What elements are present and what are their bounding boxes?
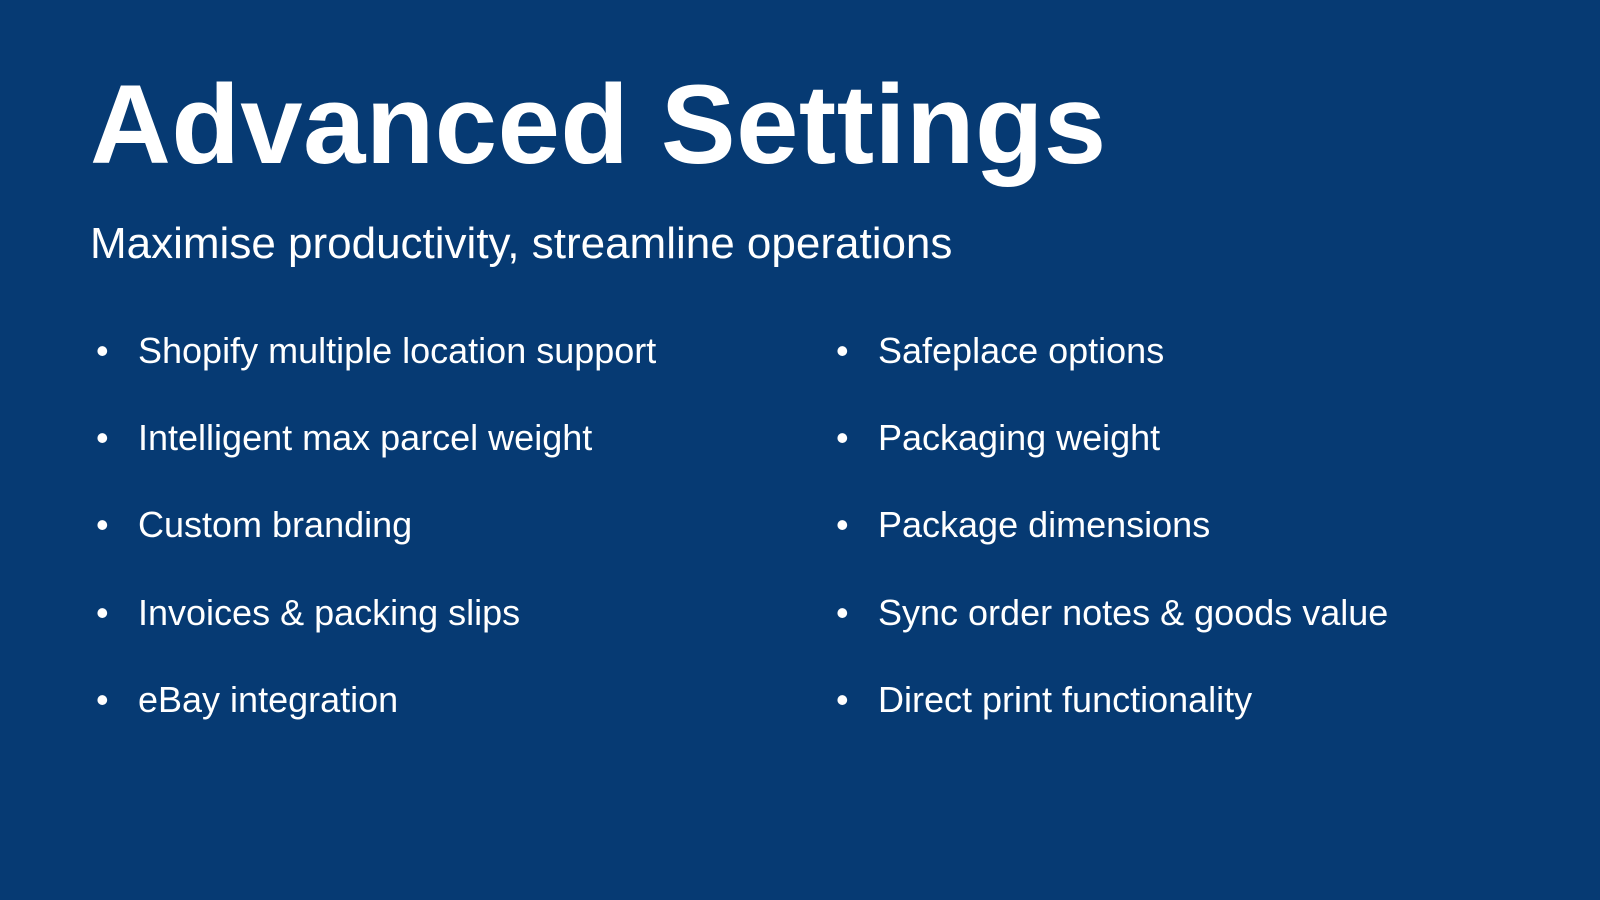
slide-subtitle: Maximise productivity, streamline operat… [90, 219, 1510, 269]
list-item: Sync order notes & goods value [830, 591, 1510, 634]
right-column: Safeplace options Packaging weight Packa… [830, 329, 1510, 765]
list-item: Invoices & packing slips [90, 591, 770, 634]
list-item: Shopify multiple location support [90, 329, 770, 372]
list-item: Direct print functionality [830, 678, 1510, 721]
slide-title: Advanced Settings [90, 60, 1510, 189]
bullet-columns: Shopify multiple location support Intell… [90, 329, 1510, 765]
list-item: Intelligent max parcel weight [90, 416, 770, 459]
list-item: Package dimensions [830, 503, 1510, 546]
right-list: Safeplace options Packaging weight Packa… [830, 329, 1510, 721]
list-item: eBay integration [90, 678, 770, 721]
slide: Advanced Settings Maximise productivity,… [0, 0, 1600, 900]
list-item: Custom branding [90, 503, 770, 546]
list-item: Safeplace options [830, 329, 1510, 372]
left-list: Shopify multiple location support Intell… [90, 329, 770, 721]
list-item: Packaging weight [830, 416, 1510, 459]
left-column: Shopify multiple location support Intell… [90, 329, 770, 765]
